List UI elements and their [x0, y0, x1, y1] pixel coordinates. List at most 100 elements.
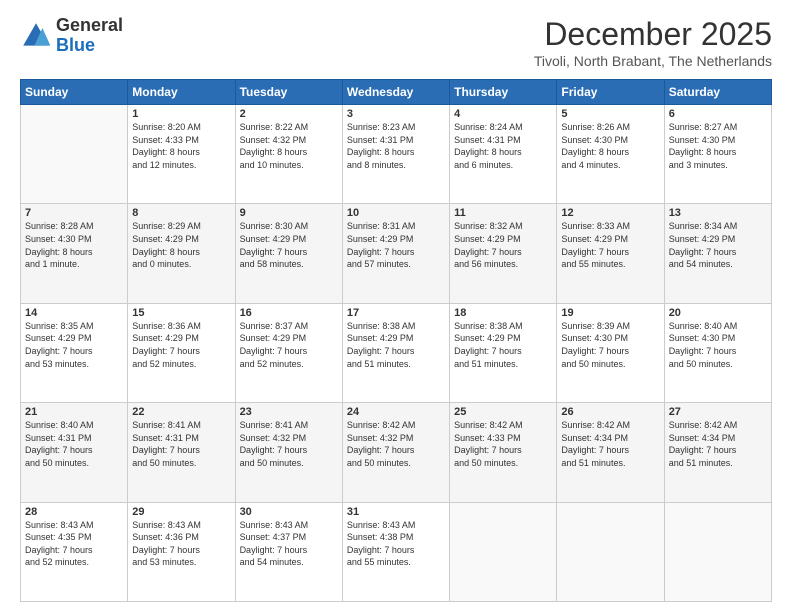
- title-block: December 2025 Tivoli, North Brabant, The…: [534, 16, 772, 69]
- cell-sun-info: Sunrise: 8:37 AMSunset: 4:29 PMDaylight:…: [240, 320, 338, 370]
- calendar-cell: 7Sunrise: 8:28 AMSunset: 4:30 PMDaylight…: [21, 204, 128, 303]
- calendar-cell: 4Sunrise: 8:24 AMSunset: 4:31 PMDaylight…: [450, 105, 557, 204]
- day-number: 12: [561, 207, 659, 219]
- calendar-cell: 25Sunrise: 8:42 AMSunset: 4:33 PMDayligh…: [450, 403, 557, 502]
- cell-sun-info: Sunrise: 8:38 AMSunset: 4:29 PMDaylight:…: [347, 320, 445, 370]
- calendar-cell: 20Sunrise: 8:40 AMSunset: 4:30 PMDayligh…: [664, 303, 771, 402]
- cell-sun-info: Sunrise: 8:35 AMSunset: 4:29 PMDaylight:…: [25, 320, 123, 370]
- weekday-header-sunday: Sunday: [21, 80, 128, 105]
- day-number: 23: [240, 406, 338, 418]
- logo-icon: [20, 20, 52, 52]
- weekday-header-thursday: Thursday: [450, 80, 557, 105]
- calendar-cell: [664, 502, 771, 601]
- day-number: 4: [454, 108, 552, 120]
- day-number: 24: [347, 406, 445, 418]
- cell-sun-info: Sunrise: 8:42 AMSunset: 4:33 PMDaylight:…: [454, 419, 552, 469]
- calendar-cell: [557, 502, 664, 601]
- calendar-week-row: 1Sunrise: 8:20 AMSunset: 4:33 PMDaylight…: [21, 105, 772, 204]
- day-number: 31: [347, 506, 445, 518]
- day-number: 9: [240, 207, 338, 219]
- cell-sun-info: Sunrise: 8:42 AMSunset: 4:34 PMDaylight:…: [561, 419, 659, 469]
- calendar-cell: 31Sunrise: 8:43 AMSunset: 4:38 PMDayligh…: [342, 502, 449, 601]
- day-number: 30: [240, 506, 338, 518]
- cell-sun-info: Sunrise: 8:31 AMSunset: 4:29 PMDaylight:…: [347, 220, 445, 270]
- calendar-cell: 9Sunrise: 8:30 AMSunset: 4:29 PMDaylight…: [235, 204, 342, 303]
- cell-sun-info: Sunrise: 8:23 AMSunset: 4:31 PMDaylight:…: [347, 121, 445, 171]
- cell-sun-info: Sunrise: 8:26 AMSunset: 4:30 PMDaylight:…: [561, 121, 659, 171]
- day-number: 5: [561, 108, 659, 120]
- cell-sun-info: Sunrise: 8:43 AMSunset: 4:38 PMDaylight:…: [347, 519, 445, 569]
- cell-sun-info: Sunrise: 8:42 AMSunset: 4:32 PMDaylight:…: [347, 419, 445, 469]
- cell-sun-info: Sunrise: 8:40 AMSunset: 4:30 PMDaylight:…: [669, 320, 767, 370]
- calendar-cell: 1Sunrise: 8:20 AMSunset: 4:33 PMDaylight…: [128, 105, 235, 204]
- day-number: 8: [132, 207, 230, 219]
- cell-sun-info: Sunrise: 8:33 AMSunset: 4:29 PMDaylight:…: [561, 220, 659, 270]
- cell-sun-info: Sunrise: 8:22 AMSunset: 4:32 PMDaylight:…: [240, 121, 338, 171]
- calendar-cell: 6Sunrise: 8:27 AMSunset: 4:30 PMDaylight…: [664, 105, 771, 204]
- day-number: 11: [454, 207, 552, 219]
- calendar-cell: 24Sunrise: 8:42 AMSunset: 4:32 PMDayligh…: [342, 403, 449, 502]
- calendar-cell: [21, 105, 128, 204]
- calendar-cell: 3Sunrise: 8:23 AMSunset: 4:31 PMDaylight…: [342, 105, 449, 204]
- calendar-cell: 21Sunrise: 8:40 AMSunset: 4:31 PMDayligh…: [21, 403, 128, 502]
- calendar-cell: 23Sunrise: 8:41 AMSunset: 4:32 PMDayligh…: [235, 403, 342, 502]
- day-number: 13: [669, 207, 767, 219]
- cell-sun-info: Sunrise: 8:28 AMSunset: 4:30 PMDaylight:…: [25, 220, 123, 270]
- calendar-cell: 18Sunrise: 8:38 AMSunset: 4:29 PMDayligh…: [450, 303, 557, 402]
- day-number: 26: [561, 406, 659, 418]
- calendar-cell: 15Sunrise: 8:36 AMSunset: 4:29 PMDayligh…: [128, 303, 235, 402]
- calendar-cell: 29Sunrise: 8:43 AMSunset: 4:36 PMDayligh…: [128, 502, 235, 601]
- calendar-week-row: 14Sunrise: 8:35 AMSunset: 4:29 PMDayligh…: [21, 303, 772, 402]
- cell-sun-info: Sunrise: 8:41 AMSunset: 4:31 PMDaylight:…: [132, 419, 230, 469]
- calendar-cell: 16Sunrise: 8:37 AMSunset: 4:29 PMDayligh…: [235, 303, 342, 402]
- cell-sun-info: Sunrise: 8:29 AMSunset: 4:29 PMDaylight:…: [132, 220, 230, 270]
- calendar-week-row: 28Sunrise: 8:43 AMSunset: 4:35 PMDayligh…: [21, 502, 772, 601]
- cell-sun-info: Sunrise: 8:41 AMSunset: 4:32 PMDaylight:…: [240, 419, 338, 469]
- cell-sun-info: Sunrise: 8:38 AMSunset: 4:29 PMDaylight:…: [454, 320, 552, 370]
- day-number: 25: [454, 406, 552, 418]
- day-number: 18: [454, 307, 552, 319]
- cell-sun-info: Sunrise: 8:36 AMSunset: 4:29 PMDaylight:…: [132, 320, 230, 370]
- day-number: 27: [669, 406, 767, 418]
- calendar-cell: 22Sunrise: 8:41 AMSunset: 4:31 PMDayligh…: [128, 403, 235, 502]
- calendar-cell: 30Sunrise: 8:43 AMSunset: 4:37 PMDayligh…: [235, 502, 342, 601]
- day-number: 16: [240, 307, 338, 319]
- calendar-table: SundayMondayTuesdayWednesdayThursdayFrid…: [20, 79, 772, 602]
- day-number: 1: [132, 108, 230, 120]
- day-number: 14: [25, 307, 123, 319]
- month-title: December 2025: [534, 16, 772, 53]
- calendar-cell: 10Sunrise: 8:31 AMSunset: 4:29 PMDayligh…: [342, 204, 449, 303]
- cell-sun-info: Sunrise: 8:27 AMSunset: 4:30 PMDaylight:…: [669, 121, 767, 171]
- calendar-week-row: 7Sunrise: 8:28 AMSunset: 4:30 PMDaylight…: [21, 204, 772, 303]
- logo-text: General Blue: [56, 16, 123, 56]
- header: General Blue December 2025 Tivoli, North…: [20, 16, 772, 69]
- location-subtitle: Tivoli, North Brabant, The Netherlands: [534, 53, 772, 69]
- day-number: 15: [132, 307, 230, 319]
- weekday-header-monday: Monday: [128, 80, 235, 105]
- calendar-cell: 14Sunrise: 8:35 AMSunset: 4:29 PMDayligh…: [21, 303, 128, 402]
- day-number: 22: [132, 406, 230, 418]
- calendar-cell: 11Sunrise: 8:32 AMSunset: 4:29 PMDayligh…: [450, 204, 557, 303]
- calendar-cell: [450, 502, 557, 601]
- cell-sun-info: Sunrise: 8:24 AMSunset: 4:31 PMDaylight:…: [454, 121, 552, 171]
- calendar-cell: 28Sunrise: 8:43 AMSunset: 4:35 PMDayligh…: [21, 502, 128, 601]
- cell-sun-info: Sunrise: 8:32 AMSunset: 4:29 PMDaylight:…: [454, 220, 552, 270]
- day-number: 19: [561, 307, 659, 319]
- cell-sun-info: Sunrise: 8:42 AMSunset: 4:34 PMDaylight:…: [669, 419, 767, 469]
- day-number: 6: [669, 108, 767, 120]
- calendar-cell: 5Sunrise: 8:26 AMSunset: 4:30 PMDaylight…: [557, 105, 664, 204]
- calendar-cell: 17Sunrise: 8:38 AMSunset: 4:29 PMDayligh…: [342, 303, 449, 402]
- day-number: 21: [25, 406, 123, 418]
- weekday-header-friday: Friday: [557, 80, 664, 105]
- cell-sun-info: Sunrise: 8:43 AMSunset: 4:37 PMDaylight:…: [240, 519, 338, 569]
- cell-sun-info: Sunrise: 8:20 AMSunset: 4:33 PMDaylight:…: [132, 121, 230, 171]
- cell-sun-info: Sunrise: 8:43 AMSunset: 4:36 PMDaylight:…: [132, 519, 230, 569]
- calendar-cell: 19Sunrise: 8:39 AMSunset: 4:30 PMDayligh…: [557, 303, 664, 402]
- calendar-cell: 12Sunrise: 8:33 AMSunset: 4:29 PMDayligh…: [557, 204, 664, 303]
- day-number: 29: [132, 506, 230, 518]
- calendar-cell: 26Sunrise: 8:42 AMSunset: 4:34 PMDayligh…: [557, 403, 664, 502]
- calendar-week-row: 21Sunrise: 8:40 AMSunset: 4:31 PMDayligh…: [21, 403, 772, 502]
- weekday-header-wednesday: Wednesday: [342, 80, 449, 105]
- day-number: 2: [240, 108, 338, 120]
- day-number: 10: [347, 207, 445, 219]
